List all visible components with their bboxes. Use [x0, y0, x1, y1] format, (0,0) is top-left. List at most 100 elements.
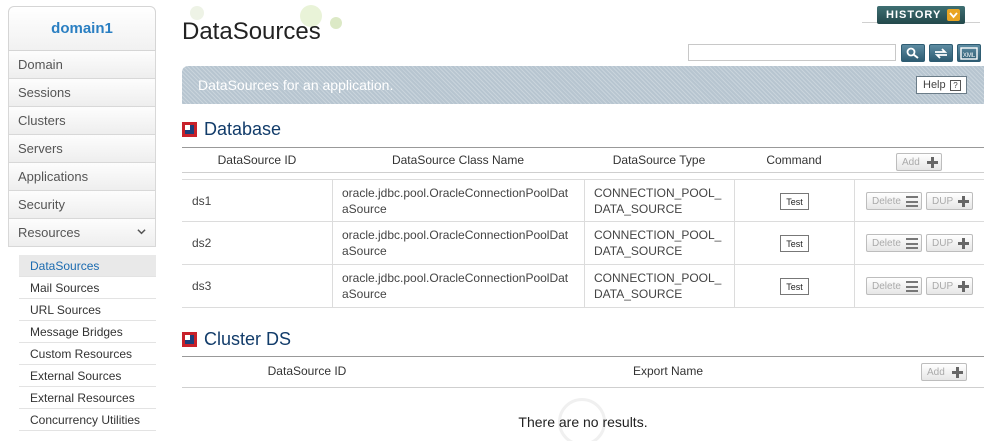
add-label: Add	[902, 156, 920, 168]
banner-text: DataSources for an application.	[198, 77, 394, 93]
xml-export-button[interactable]: XML	[957, 44, 981, 62]
database-table: ds1 oracle.jdbc.pool.OracleConnectionPoo…	[182, 179, 984, 308]
dup-label: DUP	[932, 280, 954, 292]
svg-text:XML: XML	[963, 53, 976, 59]
sub-item-external-sources[interactable]: External Sources	[19, 365, 156, 387]
column-header: DataSource Type	[612, 153, 706, 167]
database-section-title: Database	[182, 119, 281, 140]
datasource-id: ds2	[192, 236, 212, 250]
delete-button[interactable]: Delete	[866, 277, 922, 295]
datasource-class-name: oracle.jdbc.pool.OracleConnectionPoolDat…	[342, 228, 569, 258]
section-title-text: Cluster DS	[204, 329, 292, 349]
search-icon	[906, 47, 919, 59]
page-title: DataSources	[182, 18, 321, 45]
xml-export-icon: XML	[960, 46, 978, 60]
nav-item-security[interactable]: Security	[8, 191, 156, 219]
stack-icon	[906, 281, 918, 292]
resources-submenu: DataSources Mail Sources URL Sources Mes…	[19, 255, 156, 431]
test-button[interactable]: Test	[780, 278, 809, 295]
domain-header[interactable]: domain1	[8, 6, 156, 51]
dup-button[interactable]: DUP	[926, 277, 973, 295]
sub-item-external-resources[interactable]: External Resources	[19, 387, 156, 409]
test-button[interactable]: Test	[780, 235, 809, 252]
help-button[interactable]: Help ?	[916, 76, 967, 94]
decoration-circle	[330, 17, 342, 29]
sub-item-concurrency-utilities[interactable]: Concurrency Utilities	[19, 409, 156, 431]
divider	[332, 265, 333, 307]
chevron-down-icon	[947, 9, 960, 21]
divider	[332, 180, 333, 222]
column-header: DataSource ID	[267, 364, 347, 378]
dup-label: DUP	[932, 237, 954, 249]
divider	[854, 180, 855, 222]
description-banner: DataSources for an application. Help ?	[182, 66, 984, 104]
history-button[interactable]: HISTORY	[877, 6, 965, 24]
table-row: ds1 oracle.jdbc.pool.OracleConnectionPoo…	[182, 179, 984, 222]
search-button[interactable]	[901, 44, 925, 62]
divider	[584, 180, 585, 222]
dup-button[interactable]: DUP	[926, 192, 973, 210]
empty-state-text: There are no results.	[518, 414, 648, 430]
sub-item-message-bridges[interactable]: Message Bridges	[19, 321, 156, 343]
divider	[584, 265, 585, 307]
test-button[interactable]: Test	[780, 193, 809, 210]
nav-item-clusters[interactable]: Clusters	[8, 107, 156, 135]
divider	[332, 222, 333, 264]
nav-item-sessions[interactable]: Sessions	[8, 79, 156, 107]
search-input[interactable]	[688, 44, 896, 61]
dup-button[interactable]: DUP	[926, 234, 973, 252]
plus-icon	[958, 238, 969, 249]
table-row: ds3 oracle.jdbc.pool.OracleConnectionPoo…	[182, 265, 984, 308]
divider	[734, 180, 735, 222]
sub-item-mail-sources[interactable]: Mail Sources	[19, 277, 156, 299]
section-flag-icon	[182, 122, 197, 137]
divider	[854, 265, 855, 307]
sidebar: domain1 Domain Sessions Clusters Servers…	[8, 6, 156, 431]
table-row: ds2 oracle.jdbc.pool.OracleConnectionPoo…	[182, 222, 984, 265]
nav-item-servers[interactable]: Servers	[8, 135, 156, 163]
nav-item-label: Resources	[18, 225, 81, 240]
cluster-ds-table-header: DataSource ID Export Name Add	[182, 356, 984, 388]
datasource-type: CONNECTION_POOL_DATA_SOURCE	[594, 271, 722, 301]
delete-label: Delete	[872, 195, 901, 207]
datasource-class-name: oracle.jdbc.pool.OracleConnectionPoolDat…	[342, 186, 569, 216]
column-header: Export Name	[632, 364, 704, 378]
add-cluster-ds-button[interactable]: Add	[921, 363, 967, 381]
datasource-class-name: oracle.jdbc.pool.OracleConnectionPoolDat…	[342, 271, 569, 301]
delete-label: Delete	[872, 280, 901, 292]
divider	[584, 222, 585, 264]
stack-icon	[906, 196, 918, 207]
datasource-type: CONNECTION_POOL_DATA_SOURCE	[594, 228, 722, 258]
nav-item-resources[interactable]: Resources	[8, 219, 156, 247]
plus-icon	[958, 196, 969, 207]
delete-button[interactable]: Delete	[866, 192, 922, 210]
divider	[734, 265, 735, 307]
help-label: Help	[923, 79, 946, 91]
datasource-type: CONNECTION_POOL_DATA_SOURCE	[594, 186, 722, 216]
stack-icon	[906, 238, 918, 249]
database-table-header: DataSource ID DataSource Class Name Data…	[182, 147, 984, 173]
sub-item-url-sources[interactable]: URL Sources	[19, 299, 156, 321]
section-title-text: Database	[204, 119, 282, 139]
column-header: DataSource Class Name	[391, 153, 525, 167]
question-icon: ?	[950, 80, 961, 91]
refresh-button[interactable]	[929, 44, 953, 62]
divider	[734, 222, 735, 264]
section-flag-icon	[182, 332, 197, 347]
delete-label: Delete	[872, 237, 901, 249]
plus-icon	[927, 157, 938, 168]
sub-item-custom-resources[interactable]: Custom Resources	[19, 343, 156, 365]
nav-item-domain[interactable]: Domain	[8, 51, 156, 79]
add-label: Add	[927, 366, 945, 378]
refresh-icon	[934, 47, 948, 59]
plus-icon	[952, 367, 963, 378]
sub-item-datasources[interactable]: DataSources	[19, 255, 156, 277]
plus-icon	[958, 281, 969, 292]
nav-item-applications[interactable]: Applications	[8, 163, 156, 191]
cluster-ds-section-title: Cluster DS	[182, 329, 291, 350]
dup-label: DUP	[932, 195, 954, 207]
add-datasource-button[interactable]: Add	[896, 153, 942, 171]
delete-button[interactable]: Delete	[866, 234, 922, 252]
column-header: DataSource ID	[217, 153, 297, 167]
chevron-down-icon	[137, 229, 146, 235]
